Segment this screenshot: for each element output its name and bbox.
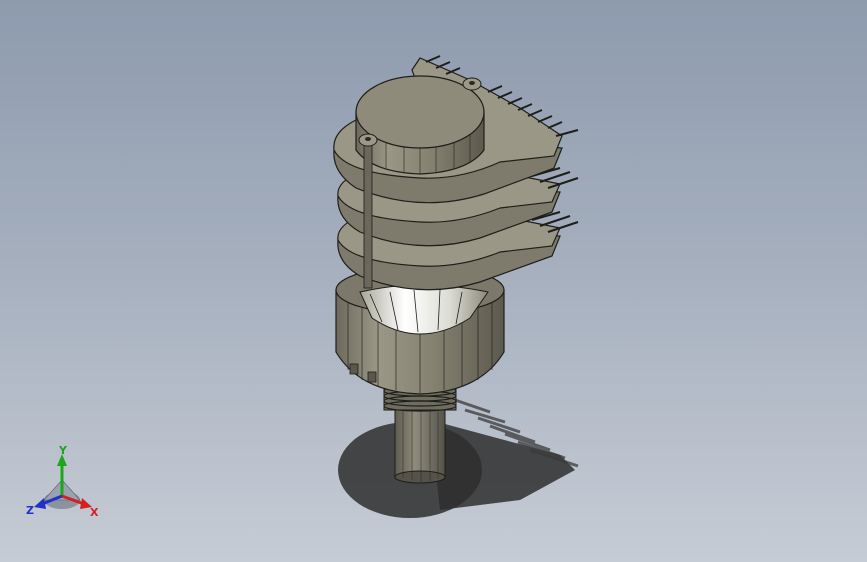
top-cap[interactable] (355, 75, 485, 175)
graphics-viewport[interactable]: Y X Z (0, 0, 867, 562)
x-axis-label: X (90, 506, 99, 519)
ground-shadow (338, 398, 579, 518)
z-axis-arrow-icon (34, 498, 46, 509)
z-axis-label: Z (26, 504, 34, 517)
tie-rod-back[interactable] (462, 77, 482, 91)
shaft[interactable] (394, 404, 446, 484)
view-orientation-triad[interactable]: Y X Z (22, 446, 106, 526)
y-axis-label: Y (58, 446, 68, 457)
cad-model-view[interactable] (0, 0, 867, 562)
